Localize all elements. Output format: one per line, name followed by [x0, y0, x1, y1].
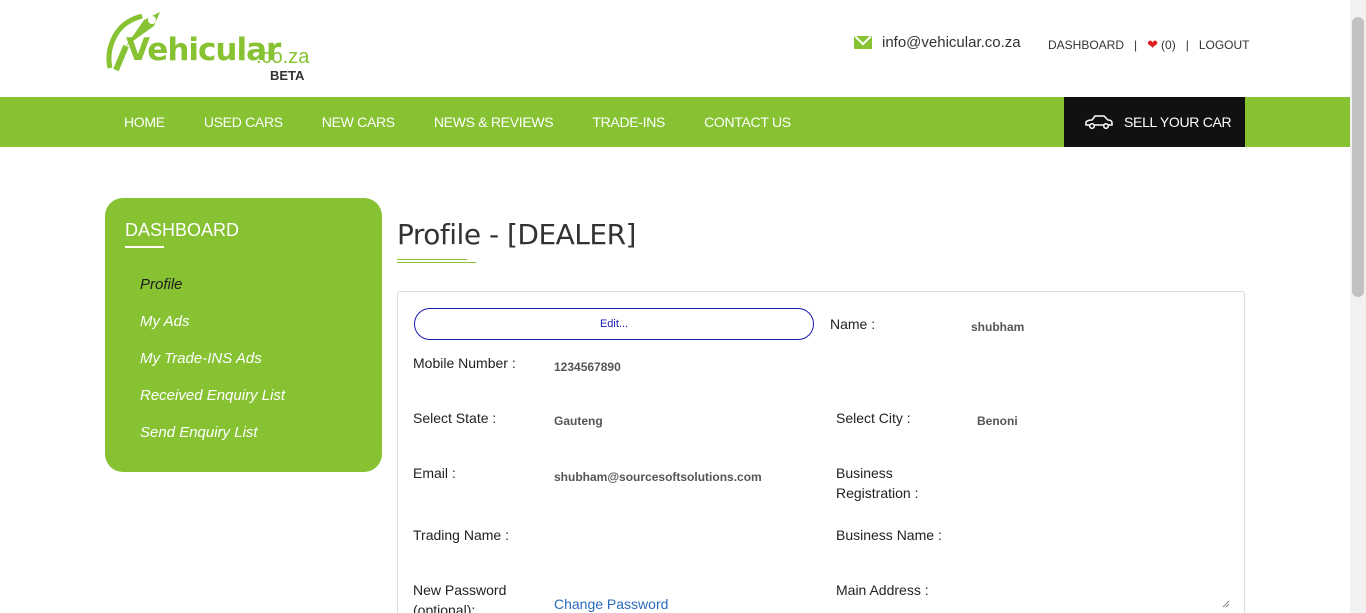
sell-your-car-button[interactable]: SELL YOUR CAR	[1064, 97, 1245, 147]
logo-beta-tag: BETA	[270, 68, 305, 83]
page-title: Profile - [DEALER]	[397, 218, 636, 251]
nav-new-cars[interactable]: NEW CARS	[322, 114, 395, 130]
scrollbar-thumb[interactable]	[1352, 17, 1364, 297]
city-value: Benoni	[977, 414, 1018, 428]
profile-card: Edit... Name : shubham Mobile Number : 1…	[397, 291, 1245, 613]
dashboard-sidebar: DASHBOARD Profile My Ads My Trade-INS Ad…	[105, 198, 382, 472]
divider: |	[1134, 38, 1138, 52]
nav-contact-us[interactable]: CONTACT US	[704, 114, 791, 130]
divider: |	[1185, 38, 1189, 52]
name-label: Name :	[830, 316, 876, 332]
contact-email-text[interactable]: info@vehicular.co.za	[882, 34, 1021, 51]
logout-link[interactable]: LOGOUT	[1199, 38, 1250, 52]
sidebar-item-send-enquiry-list[interactable]: Send Enquiry List	[140, 424, 285, 461]
sidebar-item-my-ads[interactable]: My Ads	[140, 313, 285, 350]
nav-trade-ins[interactable]: TRADE-INS	[592, 114, 665, 130]
site-logo[interactable]: Vehicular .co.za BETA	[104, 10, 314, 86]
site-header: Vehicular .co.za BETA info@vehicular.co.…	[0, 0, 1350, 97]
business-registration-label: Business Registration :	[836, 465, 919, 501]
new-password-label: New Password (optional):	[413, 582, 507, 613]
car-icon	[1085, 115, 1113, 129]
nav-news-reviews[interactable]: NEWS & REVIEWS	[434, 114, 554, 130]
state-value: Gauteng	[554, 414, 603, 428]
main-address-label: Main Address :	[836, 582, 929, 598]
main-nav: HOME USED CARS NEW CARS NEWS & REVIEWS T…	[0, 97, 1350, 147]
dashboard-link[interactable]: DASHBOARD	[1048, 38, 1124, 52]
sidebar-title: DASHBOARD	[125, 220, 240, 240]
contact-email[interactable]: info@vehicular.co.za	[854, 34, 1021, 51]
business-name-label: Business Name :	[836, 527, 942, 543]
change-password-link[interactable]: Change Password	[554, 596, 668, 612]
envelope-icon	[854, 36, 872, 49]
wishlist-count[interactable]: (0)	[1161, 38, 1176, 52]
trading-name-label: Trading Name :	[413, 527, 509, 543]
resize-handle-icon[interactable]	[1222, 600, 1230, 608]
sidebar-title-underline	[125, 246, 164, 248]
state-label: Select State :	[413, 410, 497, 426]
title-underline	[397, 262, 476, 263]
city-label: Select City :	[836, 410, 911, 426]
sidebar-item-profile[interactable]: Profile	[140, 276, 285, 313]
nav-used-cars[interactable]: USED CARS	[204, 114, 283, 130]
heart-icon[interactable]: ❤	[1147, 37, 1158, 53]
title-underline	[397, 259, 467, 260]
sell-your-car-label: SELL YOUR CAR	[1124, 114, 1232, 130]
email-value: shubham@sourcesoftsolutions.com	[554, 470, 762, 484]
mobile-label: Mobile Number :	[413, 355, 516, 371]
sidebar-item-received-enquiry-list[interactable]: Received Enquiry List	[140, 387, 285, 424]
nav-home[interactable]: HOME	[124, 114, 165, 130]
edit-profile-button[interactable]: Edit...	[414, 308, 814, 340]
sidebar-item-my-trade-ins-ads[interactable]: My Trade-INS Ads	[140, 350, 285, 387]
email-label: Email :	[413, 465, 456, 481]
page-scrollbar[interactable]	[1350, 0, 1366, 613]
mobile-value: 1234567890	[554, 360, 621, 374]
top-links: DASHBOARD | ❤ (0) | LOGOUT	[1048, 37, 1250, 53]
name-value: shubham	[971, 320, 1025, 334]
logo-domain: .co.za	[256, 46, 310, 68]
